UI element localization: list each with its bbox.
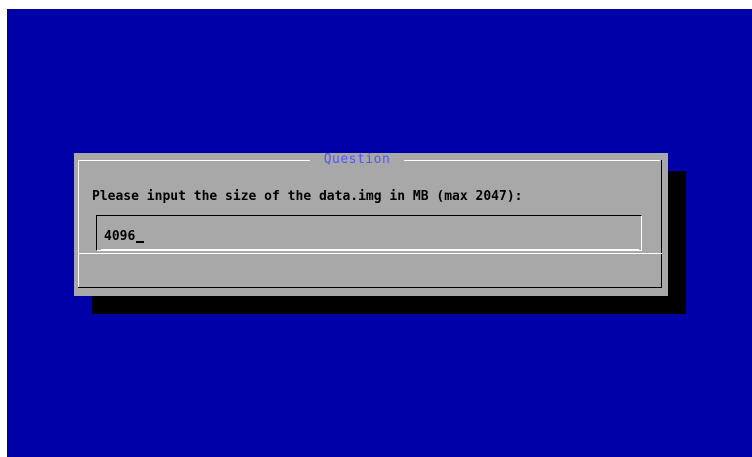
- size-input-value[interactable]: 4096: [104, 229, 135, 244]
- size-input-inner[interactable]: 4096: [101, 218, 639, 250]
- dialog-frame-top-left: [78, 160, 310, 161]
- dialog-prompt: Please input the size of the data.img in…: [92, 189, 523, 204]
- dialog-frame-right: [661, 160, 662, 288]
- question-dialog: Question Please input the size of the da…: [74, 152, 668, 296]
- dialog-frame-bottom: [78, 287, 662, 288]
- dialog-frame-top-right: [404, 160, 660, 161]
- text-cursor: [136, 241, 145, 243]
- dialog-button-separator: [78, 253, 662, 254]
- dialog-title: Question: [323, 152, 391, 167]
- dialog-frame-left: [78, 160, 79, 288]
- size-input-value-wrapper[interactable]: 4096: [104, 229, 145, 245]
- size-input-field[interactable]: 4096: [96, 215, 642, 251]
